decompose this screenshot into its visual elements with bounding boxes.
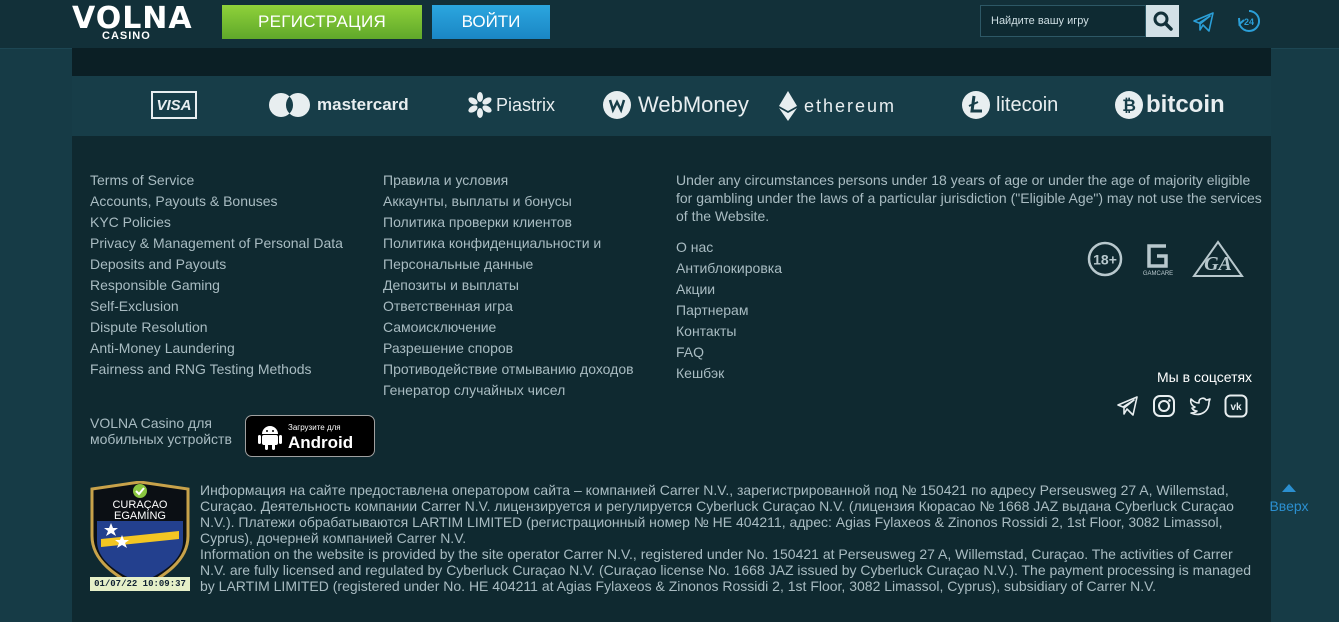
link-deposits-payouts[interactable]: Deposits and Payouts <box>90 256 343 277</box>
link-kyc-policies[interactable]: KYC Policies <box>90 214 343 235</box>
link-faq[interactable]: FAQ <box>676 344 782 365</box>
links-column-info: О нас Антиблокировка Акции Партнерам Кон… <box>676 239 782 386</box>
age-restriction-notice: Under any circumstances persons under 18… <box>676 172 1262 224</box>
footer-top-strip <box>72 48 1271 76</box>
android-download-button[interactable]: Загрузите для Android <box>245 415 375 457</box>
litecoin-logo: litecoin <box>961 90 1058 120</box>
link-promotions[interactable]: Акции <box>676 281 782 302</box>
legal-text: Информация на сайте предоставлена операт… <box>200 482 1260 594</box>
telegram-icon[interactable] <box>1192 10 1216 34</box>
twitter-icon[interactable] <box>1188 394 1212 418</box>
bitcoin-logo: ₿ bitcoin <box>1114 90 1225 120</box>
webmoney-icon <box>603 91 631 119</box>
telegram-social-icon[interactable] <box>1116 394 1140 418</box>
mobile-app-text: VOLNA Casino для мобильных устройств <box>90 415 232 447</box>
piastrix-logo: Piastrix <box>467 91 555 119</box>
link-privacy[interactable]: Privacy & Management of Personal Data <box>90 235 343 256</box>
link-ru-personal-data[interactable]: Персональные данные <box>383 256 634 277</box>
link-ru-responsible[interactable]: Ответственная игра <box>383 298 634 319</box>
visa-logo: VISA <box>151 91 197 119</box>
instagram-icon[interactable] <box>1152 394 1176 418</box>
svg-text:vk: vk <box>1230 402 1242 413</box>
piastrix-icon <box>468 92 492 118</box>
link-ru-disputes[interactable]: Разрешение споров <box>383 340 634 361</box>
ga-text: GA <box>1204 253 1232 275</box>
mobile-app-line1: VOLNA Casino для <box>90 415 212 431</box>
android-icon <box>258 426 282 450</box>
link-ru-accounts[interactable]: Аккаунты, выплаты и бонусы <box>383 193 634 214</box>
social-label: Мы в соцсетях <box>1157 369 1253 385</box>
volna-logo[interactable]: VOLNA CASINO <box>72 3 192 43</box>
link-ru-privacy[interactable]: Политика конфиденциальности и <box>383 235 634 256</box>
bitcoin-icon: ₿ <box>1115 91 1143 119</box>
link-about[interactable]: О нас <box>676 239 782 260</box>
legal-text-en: Information on the website is provided b… <box>200 546 1252 594</box>
bitcoin-text: bitcoin <box>1146 91 1225 118</box>
mastercard-text: mastercard <box>317 95 409 114</box>
android-big-text: Android <box>288 433 354 452</box>
search-input[interactable]: Найдите вашу игру <box>980 5 1146 37</box>
logo-sub-text: CASINO <box>102 30 151 42</box>
piastrix-text: Piastrix <box>496 94 556 115</box>
link-ru-terms[interactable]: Правила и условия <box>383 172 634 193</box>
gamcare-icon[interactable]: GAMCARE <box>1141 241 1177 277</box>
mastercard-icon <box>269 93 310 117</box>
ethereum-logo: ethereum <box>778 90 896 122</box>
age-18-text: 18+ <box>1093 252 1117 268</box>
link-terms-of-service[interactable]: Terms of Service <box>90 172 343 193</box>
litecoin-text: litecoin <box>996 93 1059 116</box>
legal-text-ru: Информация на сайте предоставлена операт… <box>200 482 1234 546</box>
link-cashback[interactable]: Кешбэк <box>676 365 782 386</box>
link-dispute-resolution[interactable]: Dispute Resolution <box>90 319 343 340</box>
link-responsible-gaming[interactable]: Responsible Gaming <box>90 277 343 298</box>
android-small-text: Загрузите для <box>288 423 341 432</box>
age-18-plus-icon: 18+ <box>1087 241 1123 277</box>
svg-text:₿: ₿ <box>1122 96 1136 116</box>
link-contacts[interactable]: Контакты <box>676 323 782 344</box>
ethereum-text: ethereum <box>804 95 897 116</box>
scroll-up-label: Вверх <box>1269 498 1309 514</box>
link-partners[interactable]: Партнерам <box>676 302 782 323</box>
gamcare-text: GAMCARE <box>1143 271 1173 277</box>
gambling-anonymous-icon[interactable]: GA <box>1192 240 1244 278</box>
links-column-ru: Правила и условия Аккаунты, выплаты и бо… <box>383 172 634 403</box>
link-ru-rng[interactable]: Генератор случайных чисел <box>383 382 634 403</box>
link-anti-money-laundering[interactable]: Anti-Money Laundering <box>90 340 343 361</box>
link-antiblock[interactable]: Антиблокировка <box>676 260 782 281</box>
links-column-en: Terms of Service Accounts, Payouts & Bon… <box>90 172 343 382</box>
login-button[interactable]: ВОЙТИ <box>432 5 550 39</box>
link-ru-aml[interactable]: Противодействие отмыванию доходов <box>383 361 634 382</box>
ethereum-icon <box>779 91 797 121</box>
seal-date: 01/07/22 10:09:37 <box>90 577 190 591</box>
link-ru-deposits[interactable]: Депозиты и выплаты <box>383 277 634 298</box>
arrow-up-icon <box>1282 484 1296 492</box>
webmoney-text: WebMoney <box>638 92 749 117</box>
link-accounts-payouts-bonuses[interactable]: Accounts, Payouts & Bonuses <box>90 193 343 214</box>
support-24-text: 24 <box>1244 17 1254 27</box>
scroll-up-button[interactable]: Вверх <box>1266 484 1312 514</box>
litecoin-icon <box>962 91 990 119</box>
mobile-app-line2: мобильных устройств <box>90 431 232 447</box>
link-self-exclusion[interactable]: Self-Exclusion <box>90 298 343 319</box>
link-fairness-rng[interactable]: Fairness and RNG Testing Methods <box>90 361 343 382</box>
search-button[interactable] <box>1146 5 1179 37</box>
link-ru-kyc[interactable]: Политика проверки клиентов <box>383 214 634 235</box>
seal-line2: EGAMING <box>114 510 166 522</box>
register-button[interactable]: РЕГИСТРАЦИЯ <box>222 5 422 39</box>
search-icon <box>1153 11 1173 31</box>
vk-icon[interactable]: vk <box>1224 394 1248 418</box>
link-ru-self-exclusion[interactable]: Самоисключение <box>383 319 634 340</box>
webmoney-logo: WebMoney <box>602 90 749 120</box>
mastercard-logo: mastercard <box>268 92 409 118</box>
support-24-icon[interactable]: 24 <box>1236 8 1262 34</box>
